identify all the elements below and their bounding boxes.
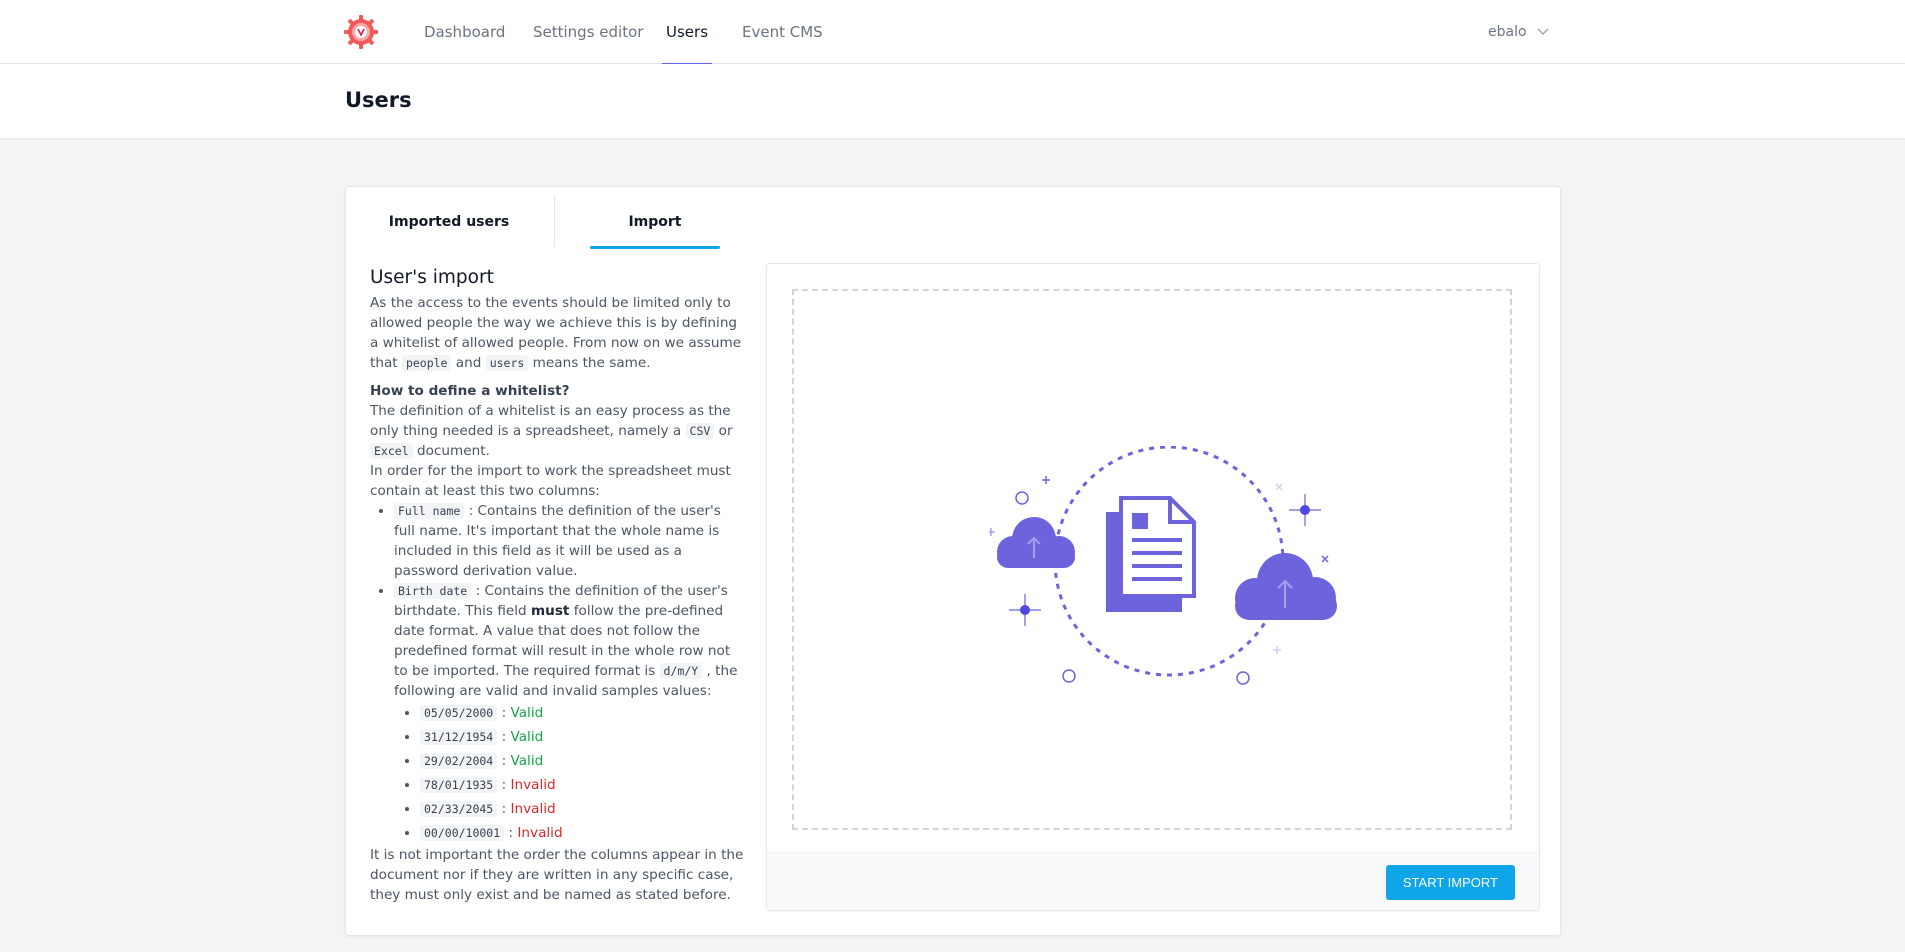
instructions-heading: User's import xyxy=(370,267,494,288)
upload-panel-footer: START IMPORT xyxy=(767,852,1539,910)
sample-item: 00/00/10001 : Invalid xyxy=(420,821,745,845)
nav-dashboard[interactable]: Dashboard xyxy=(424,0,505,64)
start-import-button[interactable]: START IMPORT xyxy=(1385,865,1515,900)
sample-item: 05/05/2000 : Valid xyxy=(420,701,745,725)
nav-event-cms[interactable]: Event CMS xyxy=(742,0,823,64)
chevron-down-icon xyxy=(1537,28,1549,36)
file-dropzone[interactable] xyxy=(792,289,1512,830)
app-logo-icon[interactable] xyxy=(343,14,379,50)
user-menu[interactable]: ebalo xyxy=(1488,0,1549,64)
sample-item: 78/01/1935 : Invalid xyxy=(420,773,745,797)
order-paragraph: In order for the import to work the spre… xyxy=(370,463,731,499)
list-item: Birth date : Contains the definition of … xyxy=(394,581,745,845)
import-card: Imported users Import User's import As t… xyxy=(345,186,1561,936)
required-columns-list: Full name : Contains the definition of t… xyxy=(394,501,745,845)
list-item: Full name : Contains the definition of t… xyxy=(394,501,745,581)
tab-divider xyxy=(554,195,555,247)
import-instructions: User's import As the access to the event… xyxy=(370,265,745,905)
sample-item: 31/12/1954 : Valid xyxy=(420,725,745,749)
date-samples-list: 05/05/2000 : Valid 31/12/1954 : Valid 29… xyxy=(420,701,745,845)
tab-imported-users[interactable]: Imported users xyxy=(374,197,524,247)
nav-users[interactable]: Users xyxy=(661,0,713,65)
outro-paragraph: It is not important the order the column… xyxy=(370,847,744,903)
definition-paragraph: The definition of a whitelist is an easy… xyxy=(370,403,733,459)
sample-item: 02/33/2045 : Invalid xyxy=(420,797,745,821)
intro-paragraph: As the access to the events should be li… xyxy=(370,295,742,371)
tab-import[interactable]: Import xyxy=(590,197,720,249)
page-title: Users xyxy=(345,88,412,112)
howto-heading: How to define a whitelist? xyxy=(370,383,570,399)
nav-settings-editor[interactable]: Settings editor xyxy=(533,0,643,64)
upload-panel: START IMPORT xyxy=(766,263,1540,911)
cloud-upload-document-icon xyxy=(989,446,1337,685)
user-name: ebalo xyxy=(1488,24,1527,40)
page-header: Users xyxy=(0,64,1905,138)
top-navbar: Dashboard Settings editor Users Event CM… xyxy=(0,0,1905,65)
sample-item: 29/02/2004 : Valid xyxy=(420,749,745,773)
